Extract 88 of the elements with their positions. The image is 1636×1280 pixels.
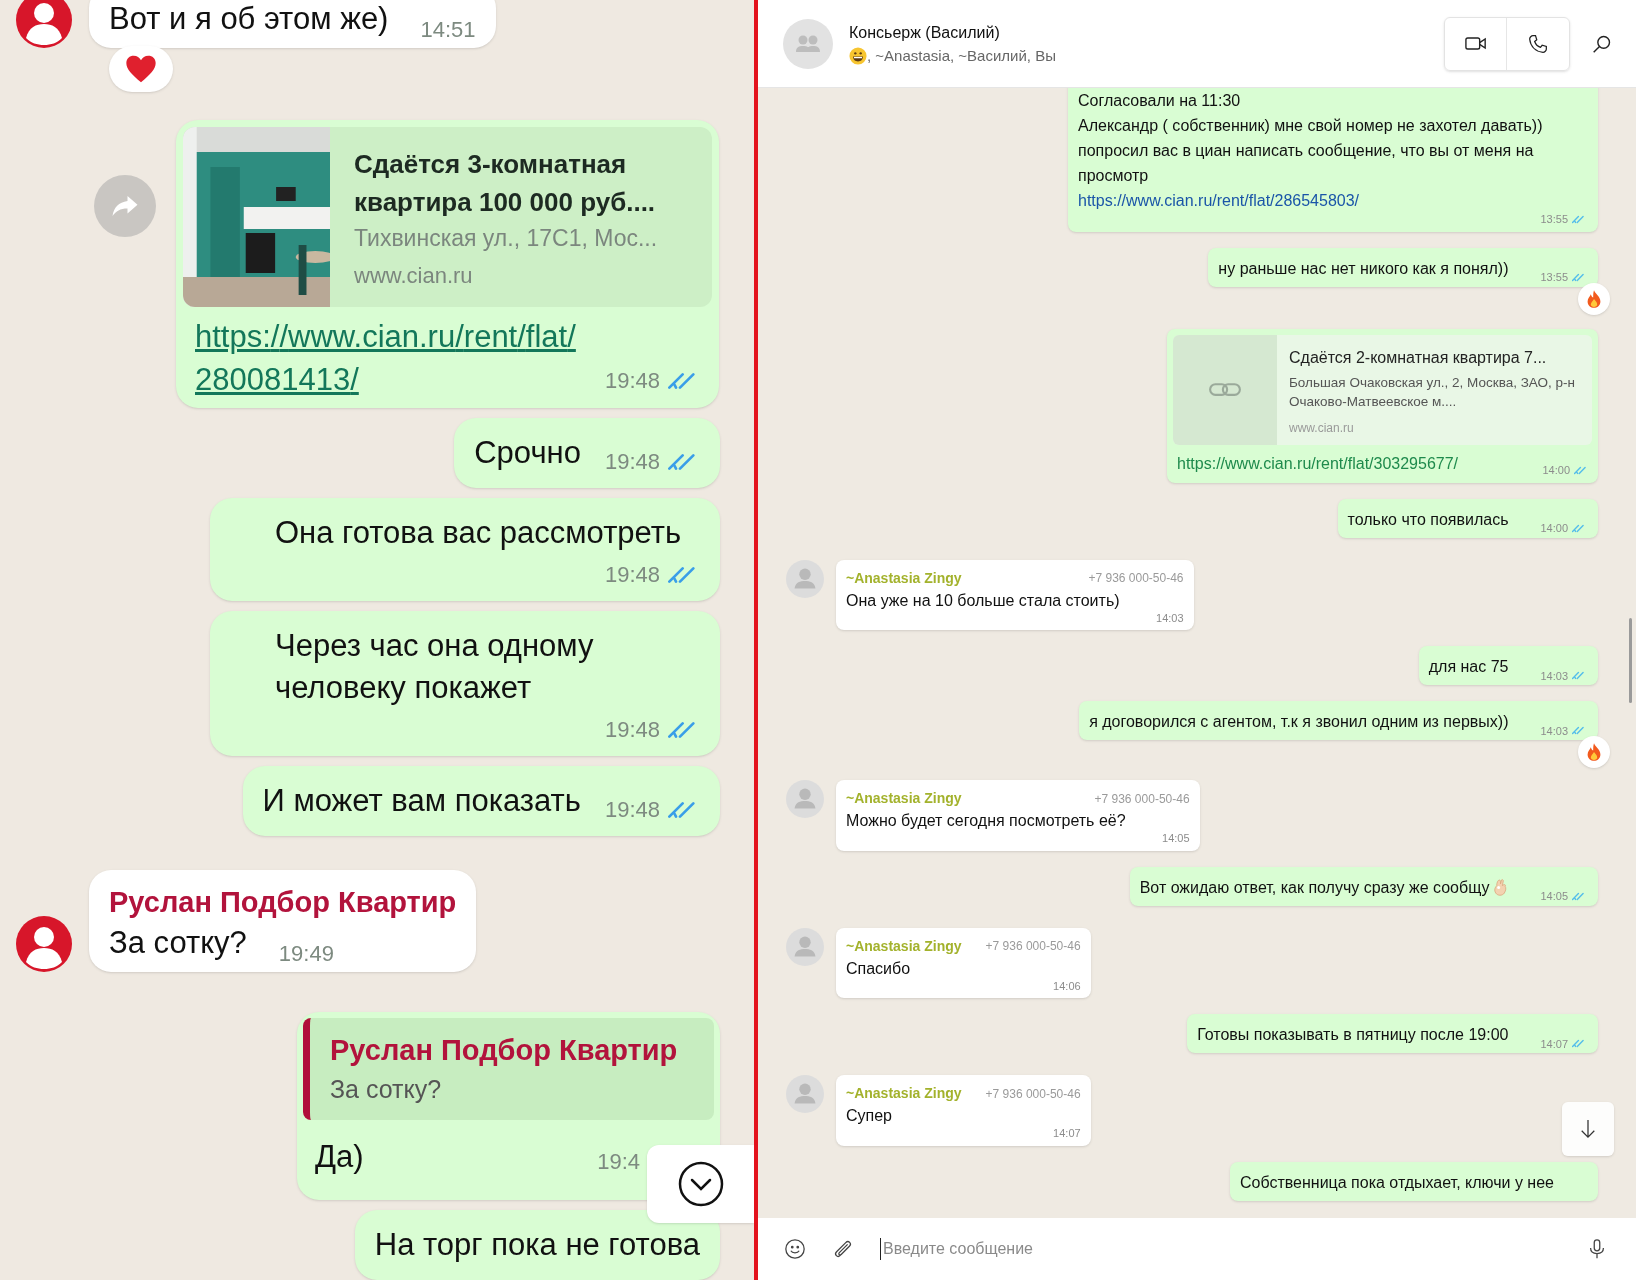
message-text: Срочно xyxy=(474,434,581,472)
message-text: Вот ожидаю ответ, как получу сразу же сообщу xyxy=(1139,877,1490,898)
avatar-icon xyxy=(786,559,824,598)
message-time: 14:51 xyxy=(420,16,476,44)
message-text: Собственница пока отдыхает, ключи у нее xyxy=(1239,1172,1554,1193)
sender-name: ~Anastasia Zingy xyxy=(846,789,962,808)
avatar-icon xyxy=(16,0,72,48)
link-icon xyxy=(1208,381,1242,398)
message-time: 19:48 xyxy=(604,561,660,589)
preview-domain: www.cian.ru xyxy=(1289,419,1355,437)
avatar-icon xyxy=(786,1075,824,1113)
message-text: Вот и я об этом же) xyxy=(109,0,389,38)
message-time: 14:06 xyxy=(1053,978,1081,994)
message-text: Она готова вас рассмотреть xyxy=(275,514,683,552)
avatar-icon xyxy=(16,916,72,972)
message-text: Спасибо xyxy=(846,958,912,979)
chevron-down-icon xyxy=(676,1160,725,1208)
sender-phone: +7 936 000-50-46 xyxy=(985,938,1081,955)
quoted-message[interactable]: Руслан Подбор Квартир За сотку? xyxy=(303,1018,714,1120)
fire-icon xyxy=(1586,288,1602,309)
fire-icon xyxy=(1586,742,1602,762)
message-text: И может вам показать xyxy=(262,782,581,820)
message-time: 13:55 xyxy=(1540,212,1568,227)
sender-name: Руслан Подбор Квартир xyxy=(109,885,457,920)
message-time: 14:03 xyxy=(1540,668,1568,684)
message-text: только что появилась xyxy=(1347,509,1509,530)
message-text: я договорился с агентом, т.к я звонил одним из первых)) xyxy=(1089,712,1509,732)
sender-name: ~Anastasia Zingy xyxy=(846,1084,962,1103)
message-text: Супер xyxy=(846,1106,893,1126)
message-time: 14:05 xyxy=(1540,889,1568,904)
phone-icon xyxy=(1528,33,1548,54)
message-text: для нас 75 xyxy=(1428,657,1509,677)
message-time: 19:48 xyxy=(604,716,660,744)
avatar-icon xyxy=(786,780,824,818)
sender-name: ~Anastasia Zingy xyxy=(846,936,962,956)
sender-name: ~Anastasia Zingy xyxy=(846,568,962,588)
message-text: Готовы показывать в пятницу после 19:00 xyxy=(1197,1025,1509,1045)
message-text: На торг пока не готова xyxy=(374,1226,700,1264)
message-text: Согласовали на 11:30 xyxy=(1078,91,1242,111)
group-avatar-icon xyxy=(783,18,833,69)
message-time: 19:48 xyxy=(604,448,660,476)
quote-text: За сотку? xyxy=(330,1074,443,1105)
smiley-icon[interactable] xyxy=(784,1238,806,1260)
preview-address: Большая Очаковская ул., 2, Москва, ЗАО, р-н Очаково-Матвеевское м.... xyxy=(1289,373,1577,411)
chat-title: Консьерж (Василий) xyxy=(849,22,1001,43)
preview-title: Сдаётся 2-комнатная квартира 7... xyxy=(1289,347,1548,368)
sender-phone: +7 936 000-50-46 xyxy=(1094,790,1190,808)
message-time: 14:00 xyxy=(1542,463,1570,478)
message-time: 14:00 xyxy=(1540,521,1568,536)
avatar-icon xyxy=(786,927,824,966)
preview-address: Тихвинская ул., 17С1, Мос... xyxy=(354,224,659,253)
message-link[interactable]: https://www.cian.ru/rent/flat/286545803/ xyxy=(1078,188,1586,213)
preview-domain: www.cian.ru xyxy=(354,262,474,290)
sender-phone: +7 936 000-50-46 xyxy=(985,1085,1081,1103)
paperclip-icon[interactable] xyxy=(832,1238,854,1260)
message-time: 14:03 xyxy=(1540,723,1568,739)
quote-author: Руслан Подбор Квартир xyxy=(330,1033,679,1068)
arrow-down-icon xyxy=(1579,1118,1597,1140)
message-text: Да) xyxy=(315,1138,364,1176)
message-time: 14:05 xyxy=(1162,831,1190,846)
scrollbar[interactable] xyxy=(1629,618,1632,703)
message-text: Можно будет сегодня посмотреть её? xyxy=(846,811,1127,831)
message-text: Через час она одному человеку покажет xyxy=(275,627,595,707)
message-text: ну раньше нас нет никого как я понял)) xyxy=(1218,258,1509,279)
message-text: За сотку? xyxy=(109,924,247,962)
video-camera-icon xyxy=(1464,36,1487,51)
message-time: 19:48 xyxy=(604,367,660,395)
message-time: 14:07 xyxy=(1540,1036,1568,1052)
search-icon xyxy=(1592,33,1612,54)
heart-icon xyxy=(125,54,157,84)
message-text: Александр ( собственник) мне свой номер не захотел давать)) xyxy=(1078,116,1544,136)
message-time: 19:49 xyxy=(278,940,334,968)
message-link[interactable]: https://www.cian.ru/rent/flat/280081413/ xyxy=(195,315,605,401)
message-time: 14:07 xyxy=(1053,1126,1081,1141)
link-preview[interactable]: Сдаётся 2-комнатная квартира 7... Большая Очаковская ул., 2, Москва, ЗАО, р-н Очаково-Матвеевское м.... www.cian.ru xyxy=(1173,334,1592,445)
sender-phone: +7 936 000-50-46 xyxy=(1088,570,1184,587)
message-time: 14:03 xyxy=(1156,610,1184,626)
message-link[interactable]: https://www.cian.ru/rent/flat/303295677/ xyxy=(1177,452,1459,475)
message-time: 19:48 xyxy=(604,796,660,824)
message-time: 13:55 xyxy=(1540,270,1568,285)
chat-members: , ~Anastasia, ~Василий, Вы xyxy=(867,45,1056,66)
preview-title: Сдаётся 3-комнатная квартира 100 000 руб.... xyxy=(354,148,657,219)
scroll-down-button[interactable] xyxy=(647,1145,754,1223)
grinning-face-icon xyxy=(849,46,867,65)
message-text: попросил вас в циан написать сообщение, что вы от меня на просмотр xyxy=(1078,141,1535,186)
message-text: Она уже на 10 больше стала стоить) xyxy=(846,590,1121,611)
link-preview[interactable]: Сдаётся 3-комнатная квартира 100 000 руб.... Тихвинская ул., 17С1, Мос... www.cian.ru xyxy=(183,127,712,307)
message-time: 19:4 xyxy=(597,1148,640,1176)
